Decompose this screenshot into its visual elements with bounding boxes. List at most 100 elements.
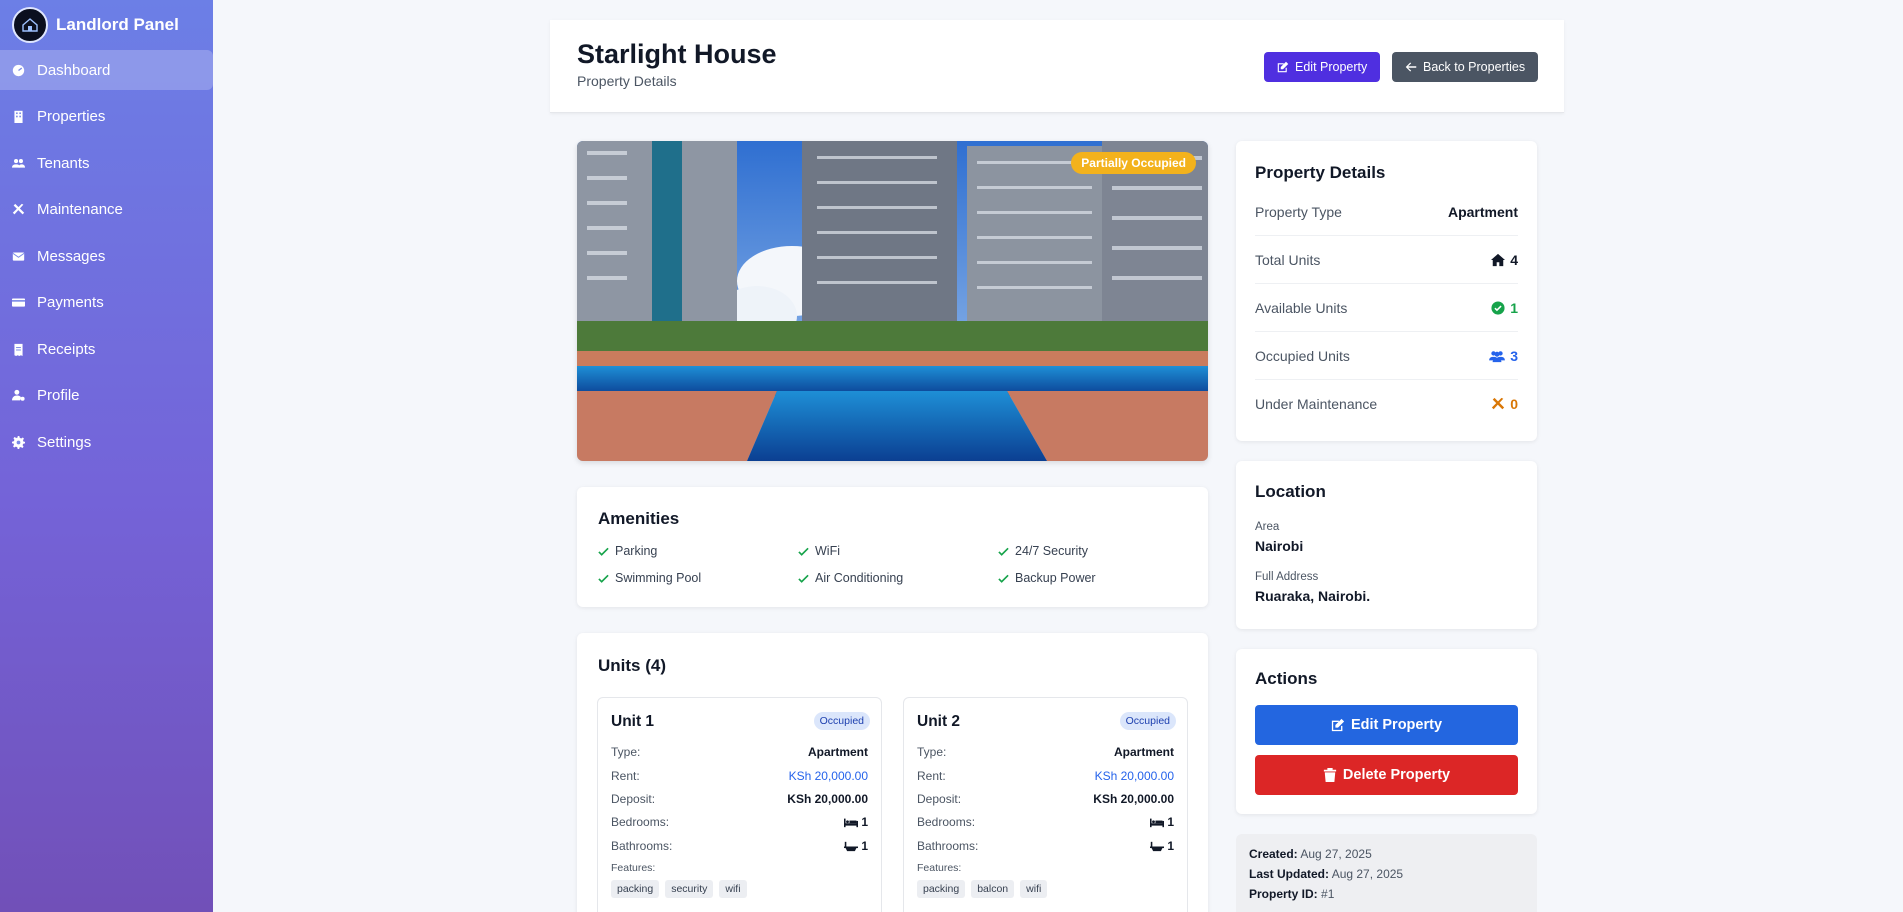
detail-label: Occupied Units xyxy=(1255,347,1350,364)
page-header: Starlight House Property Details Edit Pr… xyxy=(550,20,1564,113)
unit-rent-value: KSh 20,000.00 xyxy=(1094,769,1174,783)
unit-card[interactable]: Unit 1 Occupied Type: Apartment Rent: KS… xyxy=(597,697,882,912)
back-to-properties-label: Back to Properties xyxy=(1423,60,1526,74)
sidebar-item-profile[interactable]: Profile xyxy=(0,376,213,416)
occupancy-status-badge: Partially Occupied xyxy=(1071,152,1196,174)
bathrooms-count: 1 xyxy=(1167,839,1174,853)
location-card: Location Area Nairobi Full Address Ruara… xyxy=(1236,461,1537,629)
features-list: packing security wifi xyxy=(611,880,747,898)
amenity-item: Backup Power xyxy=(998,570,1198,586)
property-details-card: Property Details Property Type Apartment… xyxy=(1236,141,1537,441)
feature-chip: packing xyxy=(917,880,966,898)
feature-chip: security xyxy=(665,880,714,898)
amenity-label: Air Conditioning xyxy=(815,571,904,585)
unit-bedrooms-label: Bedrooms: xyxy=(611,815,670,829)
check-icon xyxy=(798,574,809,583)
feature-chip: packing xyxy=(611,880,660,898)
actions-card: Actions Edit Property Delete Property xyxy=(1236,649,1537,814)
edit-icon xyxy=(1331,718,1345,732)
sidebar-item-label: Settings xyxy=(37,433,92,451)
property-image: Partially Occupied xyxy=(577,141,1208,461)
sidebar-item-dashboard[interactable]: Dashboard xyxy=(0,50,213,90)
tools-icon xyxy=(11,203,25,217)
delete-property-label: Delete Property xyxy=(1342,767,1451,783)
actions-title: Actions xyxy=(1255,669,1318,688)
sidebar-item-label: Profile xyxy=(37,387,80,404)
sidebar-item-receipts[interactable]: Receipts xyxy=(0,329,213,369)
detail-row-available-units: Available Units 1 xyxy=(1255,284,1518,332)
total-units-value: 4 xyxy=(1510,251,1518,268)
dashboard-icon xyxy=(11,63,25,77)
unit-bedrooms-row: Bedrooms: 1 xyxy=(611,815,868,829)
sidebar-item-label: Payments xyxy=(37,294,104,311)
unit-bathrooms-label: Bathrooms: xyxy=(917,839,979,853)
unit-rent-row: Rent: KSh 20,000.00 xyxy=(917,769,1174,783)
users-icon xyxy=(1489,350,1506,362)
check-icon xyxy=(598,574,609,583)
envelope-icon xyxy=(11,249,25,263)
amenity-item: WiFi xyxy=(798,543,998,559)
amenity-item: Air Conditioning xyxy=(798,570,998,586)
detail-label: Property Type xyxy=(1255,203,1342,220)
features-label: Features: xyxy=(611,862,656,874)
receipt-icon xyxy=(11,342,25,356)
property-id-value: #1 xyxy=(1321,887,1335,901)
sidebar-item-tenants[interactable]: Tenants xyxy=(0,143,213,183)
detail-value: 1 xyxy=(1491,300,1518,316)
user-gear-icon xyxy=(11,389,25,403)
unit-bedrooms-label: Bedrooms: xyxy=(917,815,976,829)
brand[interactable]: Landlord Panel xyxy=(0,0,213,50)
property-meta: Created: Aug 27, 2025 Last Updated: Aug … xyxy=(1236,834,1537,912)
sidebar-item-settings[interactable]: Settings xyxy=(0,422,213,462)
features-list: packing balcon wifi xyxy=(917,880,1048,898)
unit-rent-value: KSh 20,000.00 xyxy=(788,769,868,783)
updated-line: Last Updated: Aug 27, 2025 xyxy=(1249,867,1524,887)
unit-bedrooms-value: 1 xyxy=(844,815,868,829)
check-icon xyxy=(998,574,1009,583)
updated-label: Last Updated: xyxy=(1249,867,1330,881)
brand-logo xyxy=(12,7,48,43)
detail-value: 4 xyxy=(1491,252,1518,268)
bedrooms-count: 1 xyxy=(1167,815,1174,829)
unit-deposit-row: Deposit: KSh 20,000.00 xyxy=(611,792,868,806)
unit-bathrooms-value: 1 xyxy=(844,839,868,853)
sidebar-item-messages[interactable]: Messages xyxy=(0,236,213,276)
amenity-item: Parking xyxy=(598,543,798,559)
page-subtitle: Property Details xyxy=(577,73,677,89)
address-value: Ruaraka, Nairobi. xyxy=(1255,588,1371,604)
unit-rent-label: Rent: xyxy=(917,769,946,783)
area-value: Nairobi xyxy=(1255,538,1304,554)
unit-bedrooms-row: Bedrooms: 1 xyxy=(917,815,1174,829)
created-line: Created: Aug 27, 2025 xyxy=(1249,847,1524,867)
available-units-value: 1 xyxy=(1510,299,1518,316)
unit-bathrooms-row: Bathrooms: 1 xyxy=(611,839,868,853)
sidebar-item-properties[interactable]: Properties xyxy=(0,97,213,137)
unit-bedrooms-value: 1 xyxy=(1150,815,1174,829)
users-icon xyxy=(11,156,25,170)
unit-deposit-value: KSh 20,000.00 xyxy=(787,792,868,806)
back-to-properties-button[interactable]: Back to Properties xyxy=(1392,52,1539,82)
detail-row-property-type: Property Type Apartment xyxy=(1255,188,1518,236)
unit-card[interactable]: Unit 2 Occupied Type: Apartment Rent: KS… xyxy=(903,697,1188,912)
amenity-item: 24/7 Security xyxy=(998,543,1198,559)
delete-property-button[interactable]: Delete Property xyxy=(1255,755,1518,795)
created-value: Aug 27, 2025 xyxy=(1300,847,1372,861)
sidebar-item-maintenance[interactable]: Maintenance xyxy=(0,190,213,230)
sidebar-item-payments[interactable]: Payments xyxy=(0,283,213,323)
sidebar: Landlord Panel Dashboard Properties Tena… xyxy=(0,0,213,912)
address-label: Full Address xyxy=(1255,571,1319,583)
bed-icon xyxy=(844,818,859,827)
edit-property-action-button[interactable]: Edit Property xyxy=(1255,705,1518,745)
tools-icon xyxy=(1492,397,1505,410)
edit-property-button[interactable]: Edit Property xyxy=(1264,52,1381,82)
sidebar-item-label: Tenants xyxy=(37,154,90,172)
unit-type-row: Type: Apartment xyxy=(611,745,868,759)
unit-status-badge: Occupied xyxy=(813,712,870,730)
edit-icon xyxy=(1277,61,1289,73)
property-id-label: Property ID: xyxy=(1249,887,1318,901)
feature-chip: wifi xyxy=(1020,880,1048,898)
occupied-units-value: 3 xyxy=(1510,347,1518,364)
unit-bathrooms-value: 1 xyxy=(1150,839,1174,853)
bedrooms-count: 1 xyxy=(861,815,868,829)
detail-label: Under Maintenance xyxy=(1255,396,1378,412)
